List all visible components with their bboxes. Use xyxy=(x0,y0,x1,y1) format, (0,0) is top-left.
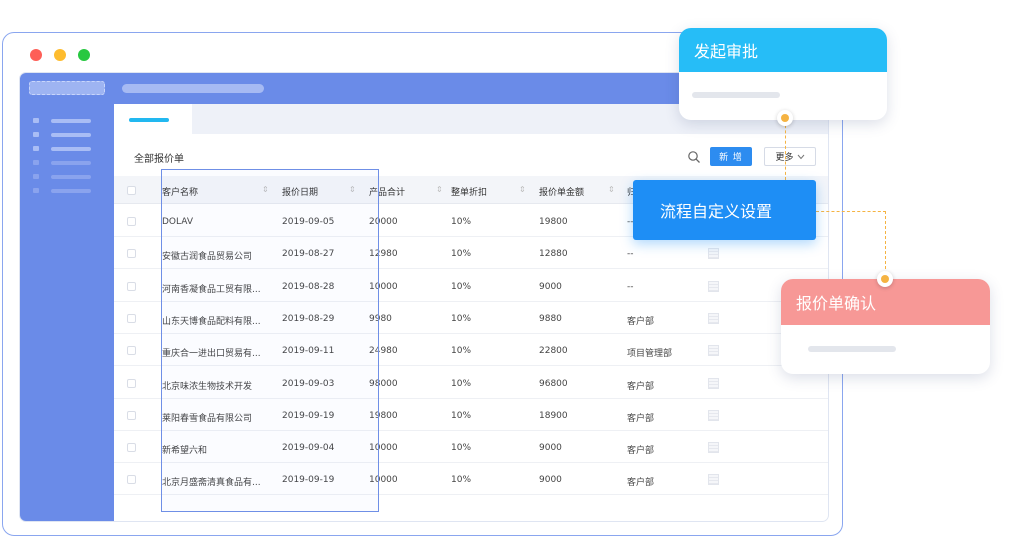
cell-discount: 10% xyxy=(451,410,472,421)
connector-line xyxy=(785,120,786,180)
search-icon[interactable] xyxy=(687,150,701,164)
cell-amount: 96800 xyxy=(539,378,568,389)
cell-dept: -- xyxy=(627,281,634,292)
row-checkbox[interactable] xyxy=(127,410,136,420)
selection-box xyxy=(161,169,379,512)
cell-discount: 10% xyxy=(451,313,472,324)
cell-discount: 10% xyxy=(451,378,472,389)
row-checkbox[interactable] xyxy=(127,217,136,226)
panel-title: 全部报价单 xyxy=(134,154,184,165)
window-controls xyxy=(30,49,90,61)
tab-active[interactable] xyxy=(114,104,192,134)
row-checkbox[interactable] xyxy=(127,378,136,388)
cell-discount: 10% xyxy=(451,281,472,292)
document-icon[interactable] xyxy=(708,248,719,260)
row-checkbox[interactable] xyxy=(127,475,136,485)
cell-discount: 10% xyxy=(451,475,472,486)
start-approval-card[interactable]: 发起审批 xyxy=(679,28,887,120)
cell-amount: 9000 xyxy=(539,281,562,292)
row-checkbox[interactable] xyxy=(127,346,136,356)
cell-dept: 客户部 xyxy=(627,381,655,392)
sidebar xyxy=(20,104,114,521)
minimize-dot[interactable] xyxy=(54,49,66,61)
sort-icon[interactable]: ⇕ xyxy=(608,185,615,194)
maximize-dot[interactable] xyxy=(78,49,90,61)
cell-discount: 10% xyxy=(451,217,472,227)
document-icon[interactable] xyxy=(708,312,719,324)
cell-discount: 10% xyxy=(451,443,472,454)
col-amount[interactable]: 报价单金额 xyxy=(539,185,584,198)
chevron-down-icon xyxy=(797,154,804,159)
card-placeholder-line xyxy=(692,92,780,98)
sidebar-item[interactable] xyxy=(33,132,91,137)
cell-amount: 12880 xyxy=(539,249,568,260)
row-checkbox[interactable] xyxy=(127,443,136,453)
sidebar-item[interactable] xyxy=(33,160,91,165)
sidebar-item[interactable] xyxy=(33,174,91,179)
cell-amount: 18900 xyxy=(539,410,568,421)
topbar-placeholder xyxy=(122,84,264,93)
row-checkbox[interactable] xyxy=(127,313,136,323)
document-icon[interactable] xyxy=(708,474,719,486)
cell-dept: 客户部 xyxy=(627,478,655,489)
cell-amount: 9000 xyxy=(539,475,562,486)
cell-amount: 9000 xyxy=(539,443,562,454)
cell-amount: 19800 xyxy=(539,217,568,227)
start-approval-title: 发起审批 xyxy=(679,28,887,72)
cell-discount: 10% xyxy=(451,249,472,260)
document-icon[interactable] xyxy=(708,377,719,389)
cell-dept: 项目管理部 xyxy=(627,349,673,360)
connector-line xyxy=(816,211,886,212)
new-button[interactable]: 新 增 xyxy=(710,147,752,166)
cell-dept: 客户部 xyxy=(627,316,655,327)
document-icon[interactable] xyxy=(708,409,719,421)
tab-indicator xyxy=(129,118,169,122)
sidebar-item[interactable] xyxy=(33,146,91,151)
connector-node xyxy=(877,271,893,287)
sidebar-item[interactable] xyxy=(33,188,91,193)
cell-dept: 客户部 xyxy=(627,446,655,457)
sort-icon[interactable]: ⇕ xyxy=(519,185,526,194)
logo-placeholder xyxy=(29,81,105,95)
illustration-stage: 全部报价单 新 增 更多 客户名称 ⇕ 报价日期 ⇕ 产品合计 ⇕ 整单折扣 ⇕… xyxy=(0,0,1018,538)
document-icon[interactable] xyxy=(708,280,719,292)
sidebar-item[interactable] xyxy=(33,118,91,123)
col-discount[interactable]: 整单折扣 xyxy=(451,185,487,198)
document-icon[interactable] xyxy=(708,345,719,357)
more-button[interactable]: 更多 xyxy=(764,147,816,166)
cell-dept: 客户部 xyxy=(627,413,655,424)
cell-amount: 22800 xyxy=(539,346,568,357)
cell-dept: -- xyxy=(627,249,634,260)
row-checkbox[interactable] xyxy=(127,281,136,291)
sort-icon[interactable]: ⇕ xyxy=(436,185,443,194)
custom-workflow-box[interactable]: 流程自定义设置 xyxy=(633,180,816,240)
cell-amount: 9880 xyxy=(539,313,562,324)
document-icon[interactable] xyxy=(708,442,719,454)
select-all-checkbox[interactable] xyxy=(127,186,136,195)
quote-confirm-card[interactable]: 报价单确认 xyxy=(781,279,990,374)
close-dot[interactable] xyxy=(30,49,42,61)
app-window: 全部报价单 新 增 更多 客户名称 ⇕ 报价日期 ⇕ 产品合计 ⇕ 整单折扣 ⇕… xyxy=(20,73,828,521)
card-placeholder-line xyxy=(808,346,896,352)
connector-line xyxy=(885,211,886,279)
row-checkbox[interactable] xyxy=(127,249,136,259)
connector-node xyxy=(777,110,793,126)
cell-discount: 10% xyxy=(451,346,472,357)
